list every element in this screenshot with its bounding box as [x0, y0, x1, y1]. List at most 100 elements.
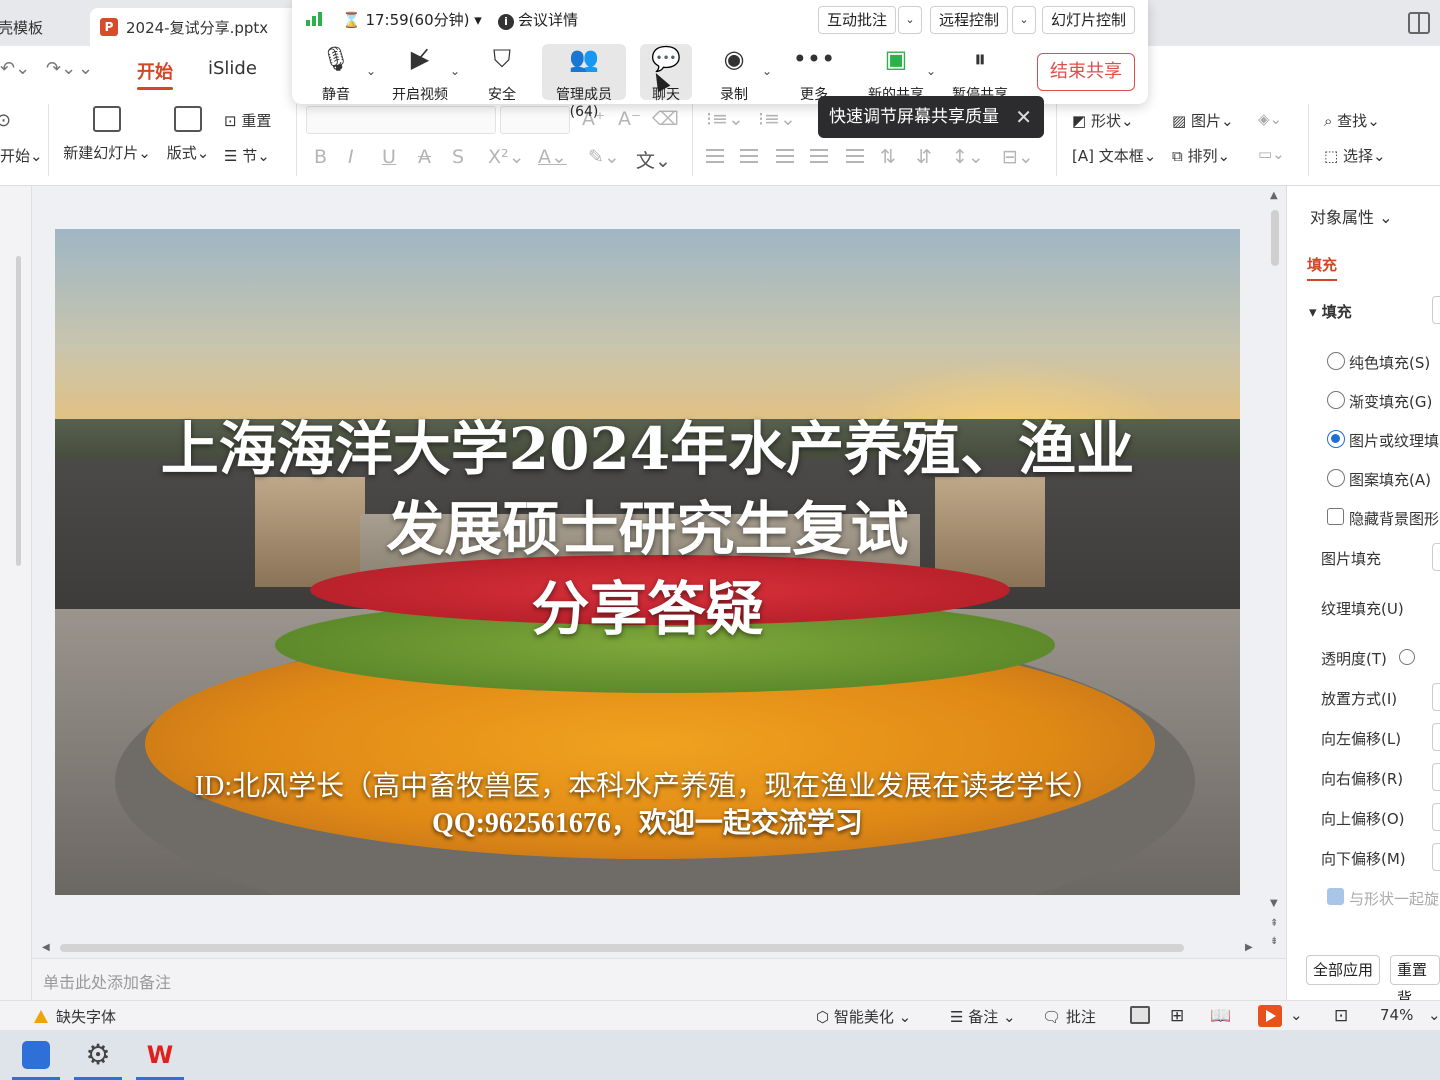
layout-button[interactable]: 版式⌄ — [164, 106, 212, 163]
radio-pattern-fill[interactable] — [1327, 469, 1345, 487]
meeting-timer[interactable]: ⌛ 17:59(60分钟) ▾ — [342, 9, 482, 30]
zoom-level[interactable]: 74% — [1380, 1006, 1413, 1024]
arrange-button[interactable]: ⧉ 排列⌄ — [1172, 145, 1230, 166]
undo-icon[interactable]: ↶⌄ — [0, 58, 30, 79]
italic-icon[interactable]: I — [348, 146, 354, 168]
horizontal-scrollbar[interactable] — [60, 944, 1184, 952]
taskbar-wps[interactable]: W — [130, 1030, 190, 1080]
align-right-icon[interactable] — [776, 149, 794, 163]
taskbar-settings[interactable]: ⚙ — [68, 1030, 128, 1080]
slide-subtitle-2[interactable]: QQ:962561676，欢迎一起交流学习 — [55, 801, 1240, 841]
radio-picture-fill[interactable] — [1327, 430, 1345, 448]
vertical-scrollbar[interactable]: ▲ ▼ ⇞ ⇟ — [1268, 190, 1282, 950]
font-family-select[interactable] — [306, 106, 496, 134]
radio-solid-fill[interactable] — [1327, 352, 1345, 370]
bold-icon[interactable]: B — [314, 146, 327, 168]
paragraph-settings-icon[interactable]: ⊟⌄ — [1002, 146, 1034, 168]
tab-template[interactable]: 壳模板 — [0, 8, 86, 46]
start-dropdown[interactable]: 开始⌄ — [0, 145, 43, 166]
scroll-up-icon[interactable]: ▲ — [1270, 190, 1278, 201]
zoom-dropdown-icon[interactable]: ⌄ — [1428, 1006, 1440, 1024]
find-button[interactable]: ⌕ 查找⌄ — [1324, 110, 1380, 131]
next-slide-icon[interactable]: ⇟ — [1270, 936, 1278, 947]
align-left-icon[interactable] — [706, 149, 724, 163]
tab-pptx-file[interactable]: P 2024-复试分享.pptx — [90, 8, 300, 46]
tab-fill[interactable]: 填充 — [1307, 254, 1338, 281]
line-spacing-icon[interactable]: ↕⌄ — [952, 146, 984, 168]
smart-beautify-button[interactable]: ⬡ 智能美化 ⌄ — [816, 1006, 911, 1027]
transparency-slider-handle[interactable] — [1399, 649, 1415, 665]
indent-icon[interactable]: ⇵ — [916, 146, 932, 168]
clear-format-icon[interactable]: ⌫ — [652, 108, 679, 130]
chat-button[interactable]: 💬 聊天 — [640, 44, 692, 103]
quick-access-dropdown-icon[interactable]: ⌄ — [78, 58, 93, 79]
pause-share-button[interactable]: ⏸ 暂停共享 — [938, 44, 1022, 104]
remote-control-button[interactable]: 远程控制 — [930, 6, 1009, 34]
fit-window-icon[interactable]: ⊡ — [1334, 1006, 1348, 1026]
scroll-right-icon[interactable]: ▶ — [1245, 942, 1253, 953]
bullets-icon[interactable]: ⁝≡⌄ — [706, 108, 744, 130]
underline-icon[interactable]: U — [382, 146, 396, 168]
interactive-annotation-button[interactable]: 互动批注 — [818, 6, 897, 34]
record-dropdown-icon[interactable]: ⌄ — [762, 64, 772, 78]
video-dropdown-icon[interactable]: ⌄ — [450, 64, 460, 78]
radio-gradient-fill[interactable] — [1327, 391, 1345, 409]
comments-button[interactable]: 🗨 批注 — [1042, 1006, 1096, 1027]
normal-view-icon[interactable] — [1130, 1006, 1150, 1024]
font-color-icon[interactable]: A⌄ — [538, 146, 567, 168]
option-pattern-fill[interactable]: 图案填充(A) — [1349, 469, 1431, 490]
apply-all-button[interactable]: 全部应用 — [1306, 955, 1381, 985]
sidebar-toggle-icon[interactable] — [1408, 12, 1430, 34]
option-picture-fill[interactable]: 图片或纹理填 — [1349, 430, 1439, 451]
text-direction-icon[interactable]: ⇅ — [880, 146, 896, 168]
select-button[interactable]: ⬚ 选择⌄ — [1324, 145, 1386, 166]
shape-button[interactable]: ◩ 形状⌄ — [1072, 110, 1134, 131]
justify-icon[interactable] — [810, 149, 828, 163]
security-button[interactable]: ⛉ 安全 — [460, 44, 544, 104]
checkbox-rotate-with-shape[interactable] — [1327, 888, 1344, 905]
option-solid-fill[interactable]: 纯色填充(S) — [1349, 352, 1430, 373]
tab-islide[interactable]: iSlide — [208, 58, 257, 79]
tab-start[interactable]: 开始 — [137, 58, 173, 90]
share-dropdown-icon[interactable]: ⌄ — [926, 64, 936, 78]
prev-slide-icon[interactable]: ⇞ — [1270, 918, 1278, 929]
missing-font-button[interactable]: 缺失字体 — [34, 1006, 116, 1027]
placement-select[interactable] — [1432, 683, 1440, 711]
taskbar-meeting-app[interactable] — [6, 1030, 66, 1080]
end-share-button[interactable]: 结束共享 — [1037, 53, 1135, 91]
slideshow-dropdown-icon[interactable]: ⌄ — [1290, 1006, 1303, 1024]
mute-dropdown-icon[interactable]: ⌄ — [366, 64, 376, 78]
annotation-dropdown-icon[interactable]: ⌄ — [898, 6, 922, 34]
new-slide-button[interactable]: 新建幻灯片⌄ — [62, 106, 152, 163]
offset-down-input[interactable] — [1432, 843, 1440, 871]
checkbox-hide-background[interactable] — [1327, 508, 1344, 525]
scroll-left-icon[interactable]: ◀ — [42, 942, 50, 953]
notes-area[interactable]: 单击此处添加备注 — [32, 958, 1286, 1000]
fill-section-header[interactable]: ▾ 填充 — [1309, 301, 1352, 322]
thumbnail-scrollbar[interactable] — [16, 256, 21, 566]
offset-up-input[interactable] — [1432, 803, 1440, 831]
outline-icon[interactable]: ▭⌄ — [1258, 145, 1285, 163]
thumbnail-pane-collapsed[interactable] — [0, 186, 32, 1000]
play-slideshow-icon[interactable] — [1258, 1005, 1282, 1027]
phonetic-icon[interactable]: 文⌄ — [636, 146, 671, 173]
fill-icon[interactable]: ◈⌄ — [1258, 110, 1282, 128]
close-icon[interactable]: ✕ — [1015, 96, 1032, 138]
more-button[interactable]: ••• 更多 — [772, 44, 856, 104]
remote-dropdown-icon[interactable]: ⌄ — [1012, 6, 1036, 34]
highlight-icon[interactable]: ✎⌄ — [588, 146, 620, 168]
scroll-thumb[interactable] — [1271, 210, 1279, 266]
numbering-icon[interactable]: ⁝≡⌄ — [758, 108, 796, 130]
slide-sorter-icon[interactable]: ⊞ — [1170, 1006, 1184, 1026]
scroll-down-icon[interactable]: ▼ — [1270, 898, 1278, 909]
reset-button[interactable]: ⊡ 重置 — [224, 110, 271, 131]
notes-button[interactable]: ☰ 备注 ⌄ — [950, 1006, 1016, 1027]
redo-icon[interactable]: ↷⌄ — [46, 58, 76, 79]
reading-view-icon[interactable]: 📖 — [1210, 1006, 1231, 1026]
strikethrough-icon[interactable]: A — [418, 146, 431, 168]
slideshow-start-icon[interactable]: ⊙ — [0, 110, 11, 131]
panel-title[interactable]: 对象属性 ⌄ — [1310, 204, 1393, 228]
slide-subtitle-1[interactable]: ID:北风学长（高中畜牧兽医，本科水产养殖，现在渔业发展在读老学长） — [55, 764, 1240, 804]
reset-background-button[interactable]: 重置背 — [1390, 955, 1440, 1007]
meeting-info-button[interactable]: i 会议详情 — [498, 9, 578, 30]
